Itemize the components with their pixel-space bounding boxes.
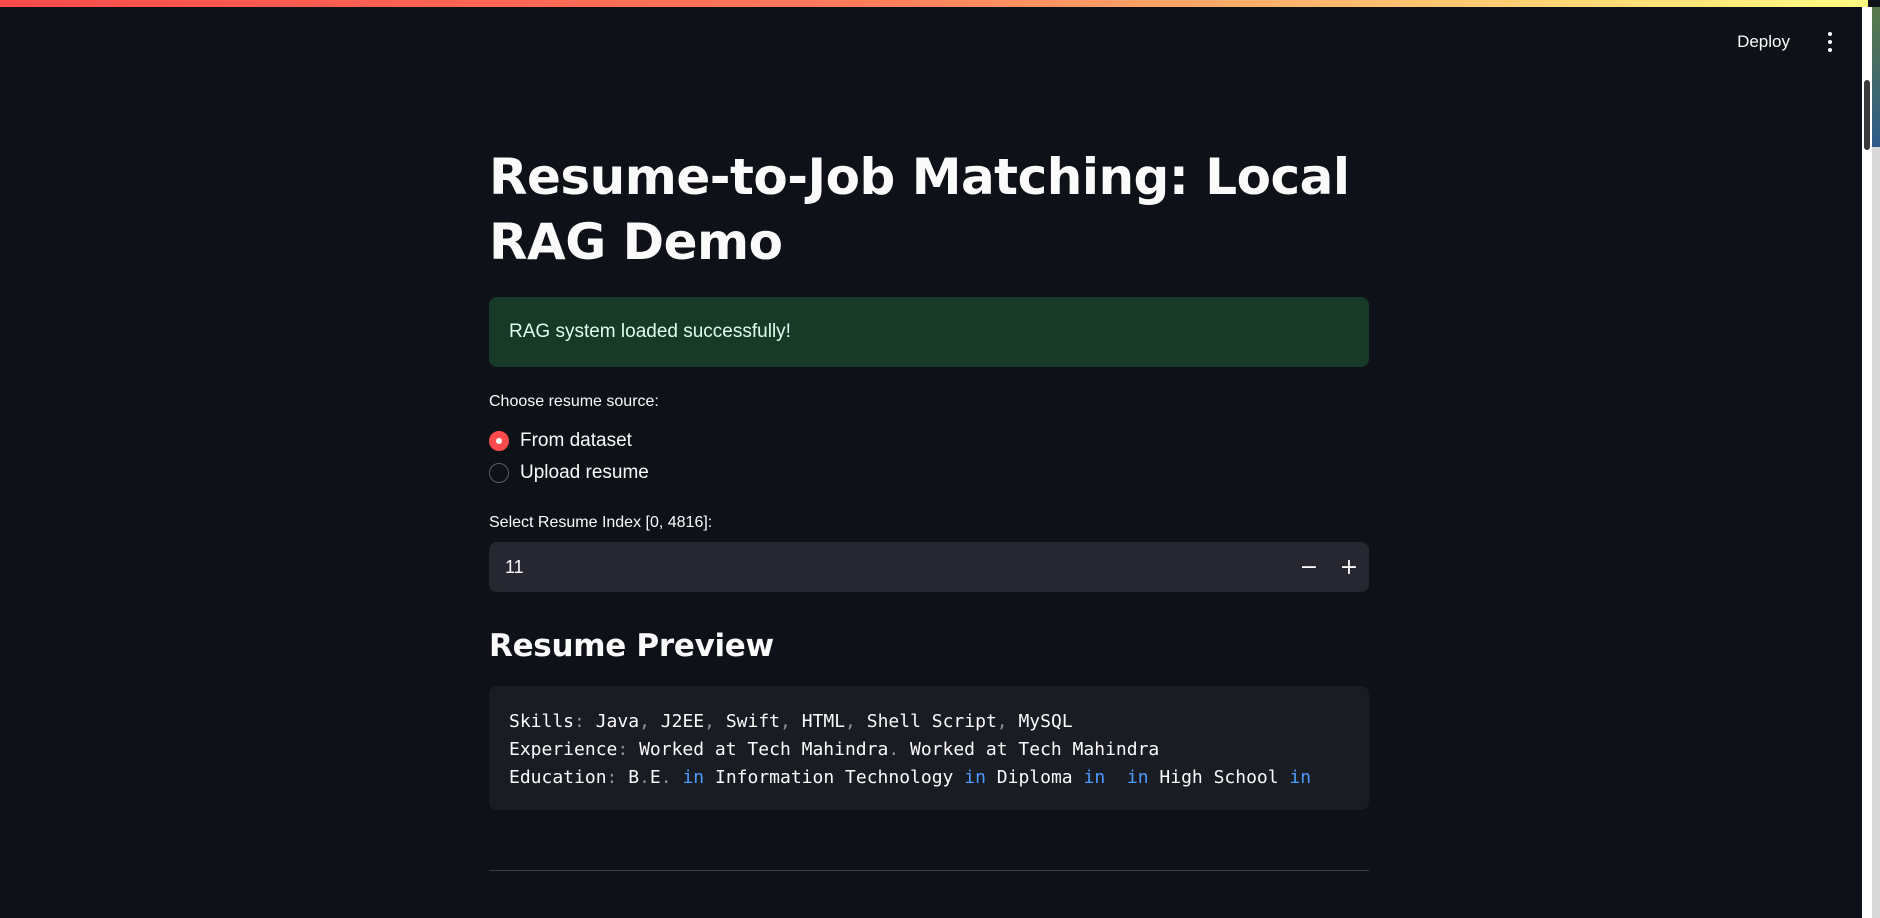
page-title: Resume-to-Job Matching: Local RAG Demo <box>489 148 1350 271</box>
radio-selected-icon[interactable] <box>489 431 509 451</box>
menu-dot <box>1828 40 1832 44</box>
skill-item: Shell Script <box>866 711 997 732</box>
education-keyword: in <box>1289 767 1312 788</box>
education-keyword: in <box>1083 767 1106 788</box>
resume-index-field[interactable] <box>489 556 1289 578</box>
decrement-button[interactable]: − <box>1289 542 1329 592</box>
scrollbar-thumb[interactable] <box>1864 80 1870 150</box>
experience-item: Worked at Tech Mahindra <box>910 739 1160 760</box>
section-divider <box>489 870 1369 871</box>
header-toolbar: Deploy <box>1727 26 1840 58</box>
menu-dot <box>1828 48 1832 52</box>
radio-label: Upload resume <box>520 462 649 483</box>
skill-item: HTML <box>801 711 846 732</box>
radio-unselected-icon[interactable] <box>489 463 509 483</box>
experience-key: Experience <box>509 739 618 760</box>
education-keyword: in <box>682 767 705 788</box>
resume-preview-heading: Resume Preview <box>489 628 774 664</box>
success-message: RAG system loaded successfully! <box>509 321 791 342</box>
window-edge-top <box>1872 7 1880 147</box>
education-line: Education: B.E. in Information Technolog… <box>509 767 1312 788</box>
skills-key: Skills <box>509 711 575 732</box>
skill-item: Java <box>595 711 640 732</box>
education-part: E <box>649 767 661 788</box>
resume-source-label: Choose resume source: <box>489 393 659 410</box>
skills-line: Skills: Java, J2EE, Swift, HTML, Shell S… <box>509 711 1073 732</box>
education-part: Information Technology <box>714 767 954 788</box>
resume-preview-code-block: Skills: Java, J2EE, Swift, HTML, Shell S… <box>489 686 1369 810</box>
experience-item: Worked at Tech Mahindra <box>639 739 889 760</box>
resume-index-label: Select Resume Index [0, 4816]: <box>489 514 713 531</box>
main-content: Resume-to-Job Matching: Local RAG Demo R… <box>489 145 1369 871</box>
skill-item: MySQL <box>1018 711 1073 732</box>
deploy-button[interactable]: Deploy <box>1727 26 1800 58</box>
education-keyword: in <box>964 767 986 788</box>
top-decoration-stripe <box>0 0 1868 7</box>
skill-item: Swift <box>725 711 780 732</box>
education-part: High School <box>1159 767 1279 788</box>
resume-source-radio-group: From dataset Upload resume <box>489 425 1369 489</box>
skill-item: J2EE <box>660 711 705 732</box>
education-part: B <box>628 767 640 788</box>
education-part: Diploma <box>996 767 1073 788</box>
scrollbar[interactable] <box>1862 7 1872 918</box>
radio-option-from-dataset[interactable]: From dataset <box>489 425 1369 457</box>
experience-line: Experience: Worked at Tech Mahindra. Wor… <box>509 739 1160 760</box>
success-alert: RAG system loaded successfully! <box>489 297 1369 367</box>
education-key: Education <box>509 767 607 788</box>
radio-option-upload-resume[interactable]: Upload resume <box>489 457 1369 489</box>
education-keyword: in <box>1126 767 1149 788</box>
menu-dot <box>1828 32 1832 36</box>
resume-index-number-input: − + <box>489 542 1369 592</box>
increment-button[interactable]: + <box>1329 542 1369 592</box>
kebab-menu-icon[interactable] <box>1820 30 1840 54</box>
radio-label: From dataset <box>520 430 632 451</box>
